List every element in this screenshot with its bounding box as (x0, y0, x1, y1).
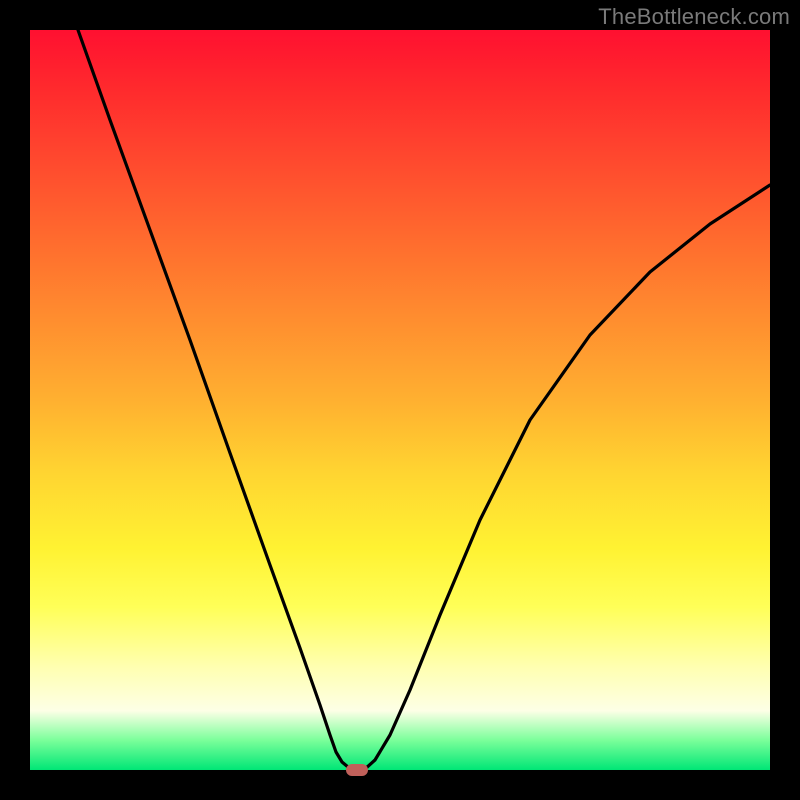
curve-left-branch (78, 30, 353, 769)
curve-right-branch (365, 185, 770, 769)
bottleneck-curve (30, 30, 770, 770)
watermark-text: TheBottleneck.com (598, 4, 790, 30)
minimum-marker (346, 764, 368, 776)
chart-frame: TheBottleneck.com (0, 0, 800, 800)
